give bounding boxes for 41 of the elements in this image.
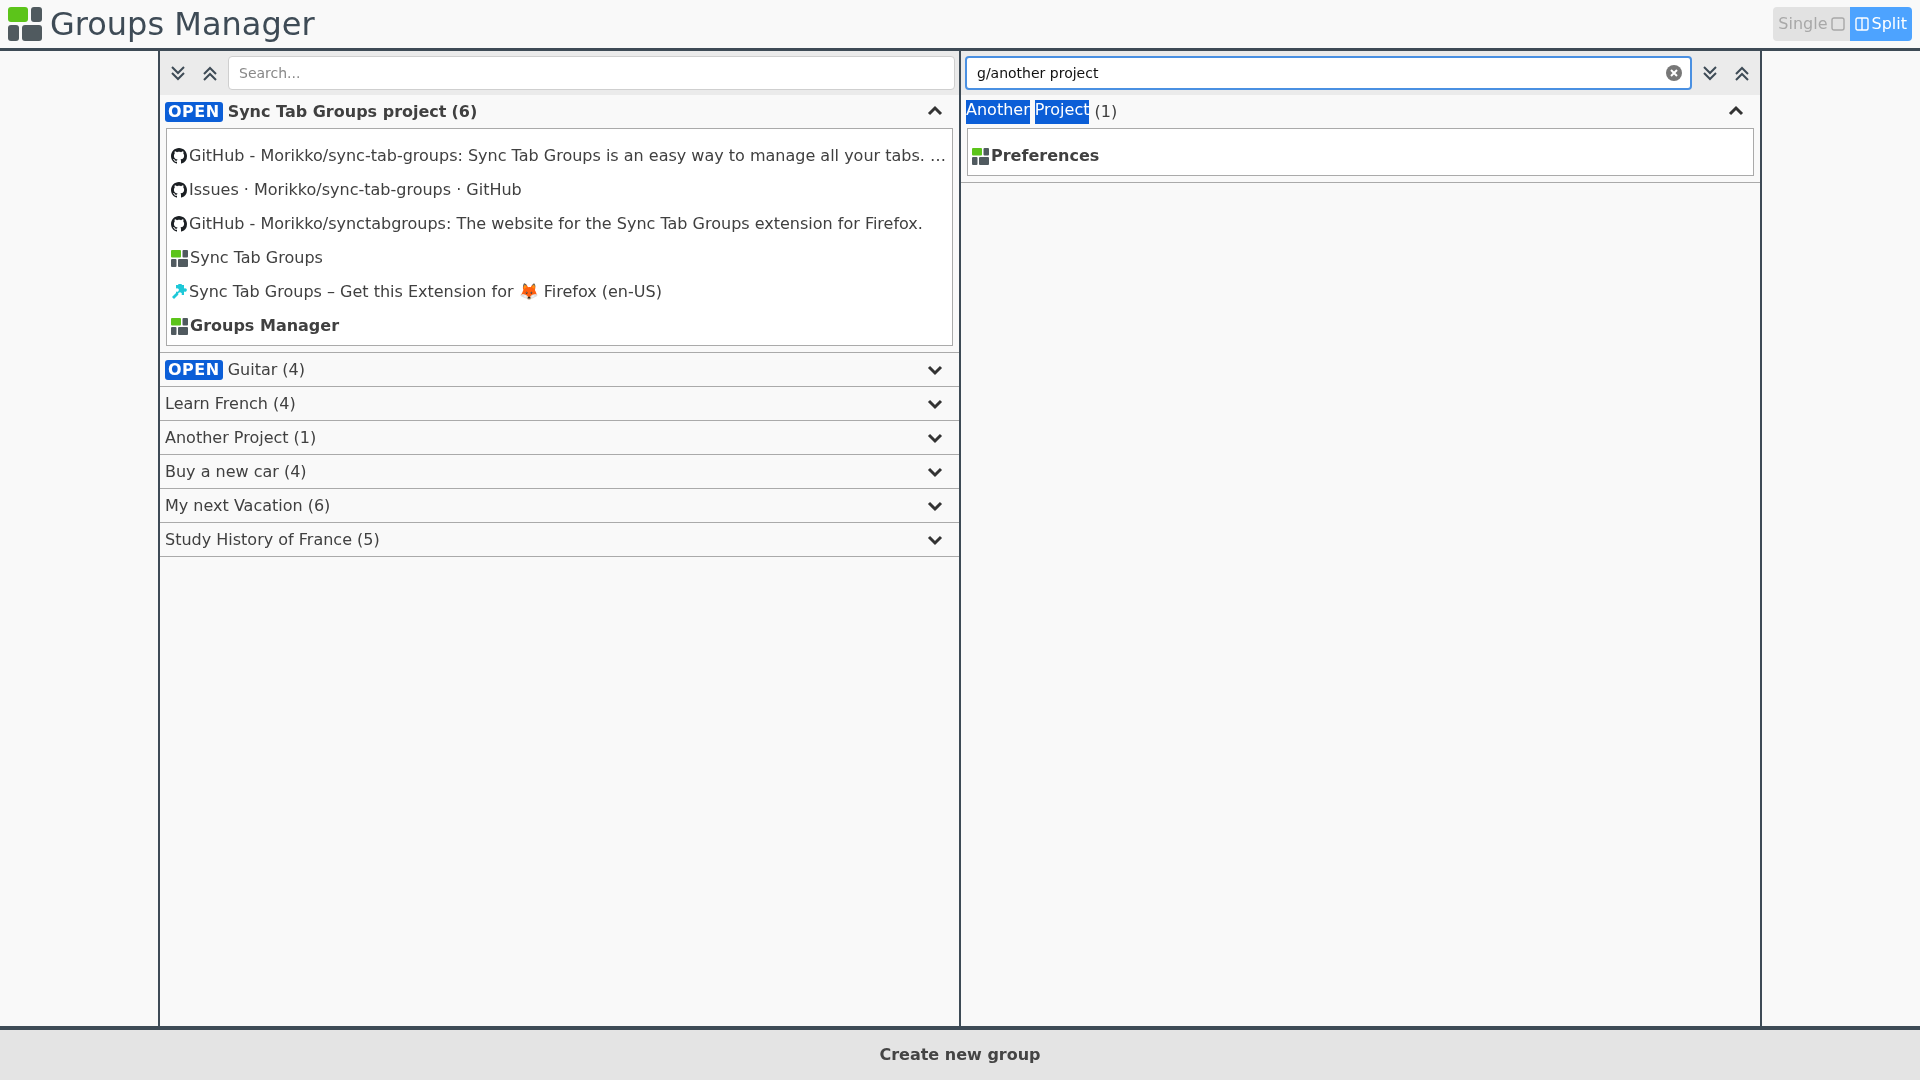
group-header[interactable]: My next Vacation (6) (160, 489, 959, 522)
tab-item[interactable]: Groups Manager (167, 309, 952, 343)
group-title: Sync Tab Groups project (6) (227, 100, 478, 123)
group-title: Another Project (1) (966, 99, 1118, 124)
clear-search-icon[interactable] (1665, 64, 1683, 82)
app-grid-icon (171, 317, 188, 335)
group-title: Learn French (4) (165, 392, 296, 415)
open-badge: OPEN (165, 101, 223, 122)
group-header[interactable]: OPEN Guitar (4) (160, 353, 959, 386)
tab-item[interactable]: Sync Tab Groups (167, 241, 952, 275)
group-title: My next Vacation (6) (165, 494, 331, 517)
group-header[interactable]: Study History of France (5) (160, 523, 959, 556)
app-grid-icon (972, 147, 989, 165)
app-grid-icon (171, 249, 188, 267)
expand-all-icon[interactable] (168, 63, 188, 83)
group-title: Guitar (4) (227, 358, 305, 381)
tab-item[interactable]: GitHub - Morikko/synctabgroups: The website for the Sync Tab Groups extension for Firefox. (167, 207, 952, 241)
group-header[interactable]: Learn French (4) (160, 387, 959, 420)
search-field[interactable]: Search... (228, 56, 955, 90)
group-title: Buy a new car (4) (165, 460, 307, 483)
group-title: Study History of France (5) (165, 528, 380, 551)
group-header[interactable]: OPEN Sync Tab Groups project (6) (160, 95, 959, 128)
app-title: Groups Manager (50, 4, 315, 45)
tab-item[interactable]: Preferences (968, 139, 1753, 173)
app-logo-icon (8, 7, 42, 41)
search-field[interactable]: g/another project (965, 56, 1692, 90)
square-icon (1830, 17, 1845, 31)
open-badge: OPEN (165, 359, 223, 380)
group-header[interactable]: Another Project (1) (961, 95, 1760, 128)
puzzle-piece-icon (171, 284, 187, 300)
github-icon (171, 182, 187, 198)
tab-item[interactable]: GitHub - Morikko/sync-tab-groups: Sync Tab Groups is an easy way to manage all your tabs. … (167, 139, 952, 173)
tab-item[interactable]: Issues · Morikko/sync-tab-groups · GitHub (167, 173, 952, 207)
group-header[interactable]: Another Project (1) (160, 421, 959, 454)
github-icon (171, 216, 187, 232)
group-header[interactable]: Buy a new car (4) (160, 455, 959, 488)
expand-all-icon[interactable] (1700, 63, 1720, 83)
github-icon (171, 148, 187, 164)
group-title: Another Project (1) (165, 426, 317, 449)
split-columns-icon (1854, 17, 1869, 31)
tab-item[interactable]: Sync Tab Groups – Get this Extension for 🦊 Firefox (en-US) (167, 275, 952, 309)
